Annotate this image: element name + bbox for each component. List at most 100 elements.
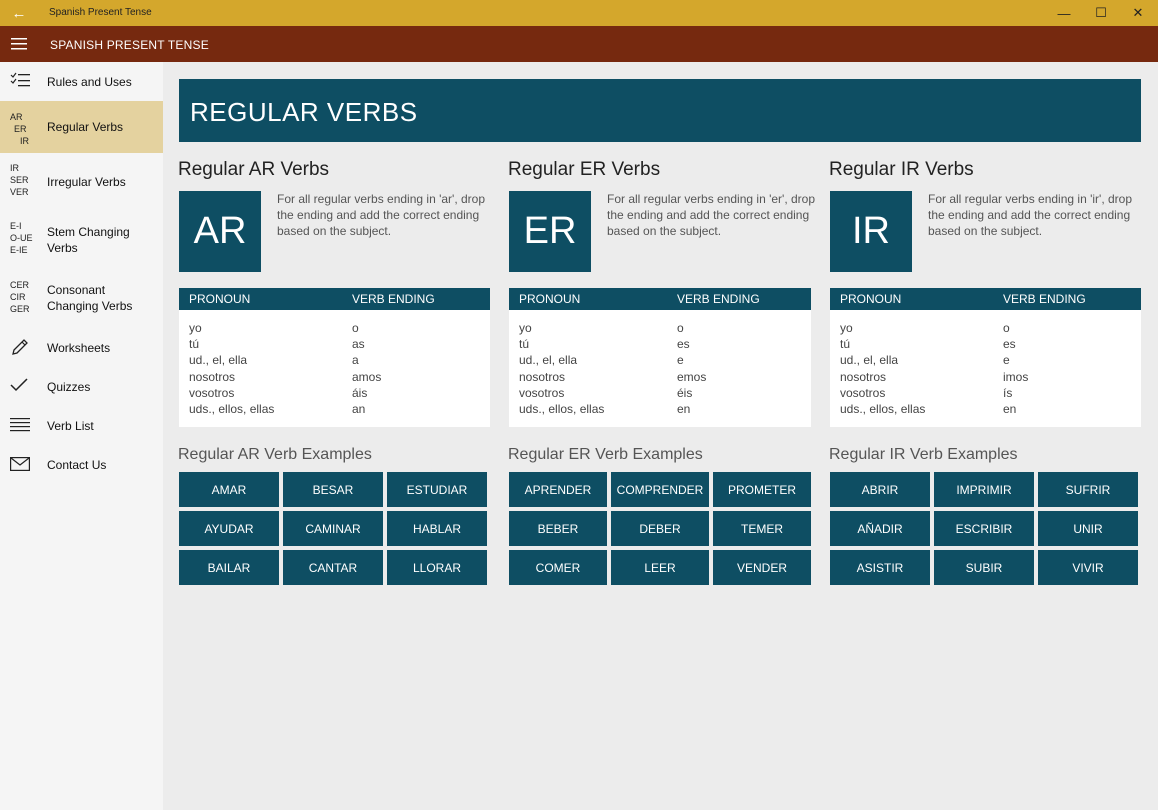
section-description: For all regular verbs ending in 'ir', dr…	[928, 192, 1133, 238]
verb-button[interactable]: SUFRIR	[1038, 472, 1138, 507]
conjugation-table: PRONOUN VERB ENDING yo o tú es ud., el, el…	[509, 288, 811, 427]
conjugation-table: PRONOUN VERB ENDING yo o tú es ud., el, el…	[830, 288, 1141, 427]
sidebar-item-label: Regular Verbs	[47, 120, 124, 134]
maximize-icon: ☐	[1095, 5, 1107, 20]
examples-heading: Regular ER Verb Examples	[508, 446, 703, 463]
sidebar-item-label: Irregular Verbs	[47, 175, 126, 189]
ir-verbs-section: Regular IR Verbs IR For all regular verb…	[829, 159, 1141, 585]
hamburger-menu-button[interactable]	[0, 26, 38, 62]
sidebar-item-quizzes[interactable]: Quizzes	[0, 367, 163, 406]
verb-button[interactable]: IMPRIMIR	[934, 472, 1034, 507]
close-button[interactable]: ✕	[1120, 0, 1156, 26]
table-header: PRONOUN VERB ENDING	[179, 288, 490, 310]
verb-button[interactable]: ESTUDIAR	[387, 472, 487, 507]
section-description: For all regular verbs ending in 'ar', dr…	[277, 192, 486, 238]
verb-button[interactable]: ABRIR	[830, 472, 930, 507]
table-row: tú as	[189, 337, 365, 352]
verb-button[interactable]: SUBIR	[934, 550, 1034, 585]
pencil-icon	[10, 337, 38, 357]
window-title: Spanish Present Tense	[49, 7, 152, 18]
sidebar-item-verb-list[interactable]: Verb List	[0, 406, 163, 445]
verb-button[interactable]: ASISTIR	[830, 550, 930, 585]
ar-badge: AR	[179, 191, 261, 272]
sidebar-item-consonant-changing-verbs[interactable]: CER CIR GER Consonant Changing Verbs	[0, 270, 163, 322]
table-row: yo o	[189, 321, 359, 335]
verb-button[interactable]: CANTAR	[283, 550, 383, 585]
verb-button[interactable]: DEBER	[611, 511, 709, 546]
table-row: ud., el, ella a	[189, 353, 359, 368]
sidebar-item-label: Stem Changing Verbs	[47, 225, 130, 255]
title-bar: ← Spanish Present Tense — ☐ ✕	[0, 0, 1158, 26]
verb-button[interactable]: CAMINAR	[283, 511, 383, 546]
verb-button[interactable]: LLORAR	[387, 550, 487, 585]
column-header-pronoun: PRONOUN	[840, 292, 902, 306]
sidebar-item-contact-us[interactable]: Contact Us	[0, 445, 163, 484]
app-title: SPANISH PRESENT TENSE	[50, 38, 209, 52]
ar-er-ir-icon: AR ER IR	[10, 112, 29, 146]
column-header-pronoun: PRONOUN	[519, 292, 581, 306]
table-header: PRONOUN VERB ENDING	[830, 288, 1141, 310]
hamburger-icon	[11, 38, 27, 50]
verb-button[interactable]: BESAR	[283, 472, 383, 507]
mail-icon	[10, 457, 38, 471]
verb-button[interactable]: UNIR	[1038, 511, 1138, 546]
ir-ser-ver-icon: IR SER VER	[10, 163, 29, 197]
table-row: nosotros emos	[519, 369, 707, 384]
sidebar-item-label: Rules and Uses	[47, 75, 132, 89]
sidebar-item-regular-verbs[interactable]: AR ER IR Regular Verbs	[0, 101, 163, 153]
verb-button[interactable]: VENDER	[713, 550, 811, 585]
table-row: vosotros éis	[519, 385, 693, 400]
sidebar: Rules and Uses AR ER IR Regular Verbs IR…	[0, 62, 163, 810]
verb-button[interactable]: ESCRIBIR	[934, 511, 1034, 546]
maximize-button[interactable]: ☐	[1083, 0, 1119, 26]
examples-grid: APRENDER COMPRENDER PROMETER BEBER DEBER…	[509, 472, 811, 585]
sidebar-item-label: Contact Us	[47, 458, 107, 472]
list-icon	[10, 418, 38, 432]
page-title: REGULAR VERBS	[190, 97, 418, 127]
table-row: tú es	[840, 337, 1016, 352]
table-row: nosotros amos	[189, 369, 382, 384]
section-heading: Regular AR Verbs	[178, 159, 330, 180]
column-header-verb-ending: VERB ENDING	[1003, 292, 1086, 306]
sidebar-item-irregular-verbs[interactable]: IR SER VER Irregular Verbs	[0, 159, 163, 207]
table-row: tú es	[519, 337, 690, 352]
table-row: uds., ellos, ellas en	[840, 401, 1017, 416]
sidebar-item-rules-and-uses[interactable]: Rules and Uses	[0, 62, 163, 101]
verb-button[interactable]: COMER	[509, 550, 607, 585]
minimize-icon: —	[1057, 5, 1071, 21]
verb-button[interactable]: AYUDAR	[179, 511, 279, 546]
table-row: vosotros ís	[840, 385, 1013, 400]
table-row: uds., ellos, ellas an	[189, 401, 366, 416]
verb-button[interactable]: AMAR	[179, 472, 279, 507]
er-verbs-section: Regular ER Verbs ER For all regular verb…	[508, 159, 820, 585]
verb-button[interactable]: AÑADIR	[830, 511, 930, 546]
column-header-pronoun: PRONOUN	[189, 292, 251, 306]
verb-button[interactable]: VIVIR	[1038, 550, 1138, 585]
verb-button[interactable]: HABLAR	[387, 511, 487, 546]
verb-button[interactable]: BAILAR	[179, 550, 279, 585]
close-icon: ✕	[1132, 5, 1144, 20]
sidebar-item-stem-changing-verbs[interactable]: E-I O-UE E-IE Stem Changing Verbs	[0, 212, 163, 264]
column-header-verb-ending: VERB ENDING	[677, 292, 760, 306]
consonant-change-icon: CER CIR GER	[10, 280, 30, 314]
verb-button[interactable]: LEER	[611, 550, 709, 585]
verb-button[interactable]: APRENDER	[509, 472, 607, 507]
er-badge: ER	[509, 191, 591, 272]
verb-button[interactable]: TEMER	[713, 511, 811, 546]
checkmark-icon	[10, 378, 38, 392]
app-bar: SPANISH PRESENT TENSE	[0, 26, 1158, 62]
sidebar-item-worksheets[interactable]: Worksheets	[0, 328, 163, 367]
ar-verbs-section: Regular AR Verbs AR For all regular verb…	[178, 159, 490, 585]
verb-button[interactable]: PROMETER	[713, 472, 811, 507]
minimize-button[interactable]: —	[1046, 0, 1082, 26]
table-row: yo o	[840, 321, 1010, 335]
verb-button[interactable]: BEBER	[509, 511, 607, 546]
examples-grid: ABRIR IMPRIMIR SUFRIR AÑADIR ESCRIBIR UN…	[830, 472, 1138, 585]
table-row: ud., el, ella e	[519, 353, 684, 368]
section-heading: Regular IR Verbs	[829, 159, 974, 180]
examples-grid: AMAR BESAR ESTUDIAR AYUDAR CAMINAR HABLA…	[179, 472, 487, 585]
verb-button[interactable]: COMPRENDER	[611, 472, 709, 507]
section-description: For all regular verbs ending in 'er', dr…	[607, 192, 816, 238]
back-button[interactable]: ←	[0, 0, 38, 26]
table-header: PRONOUN VERB ENDING	[509, 288, 811, 310]
